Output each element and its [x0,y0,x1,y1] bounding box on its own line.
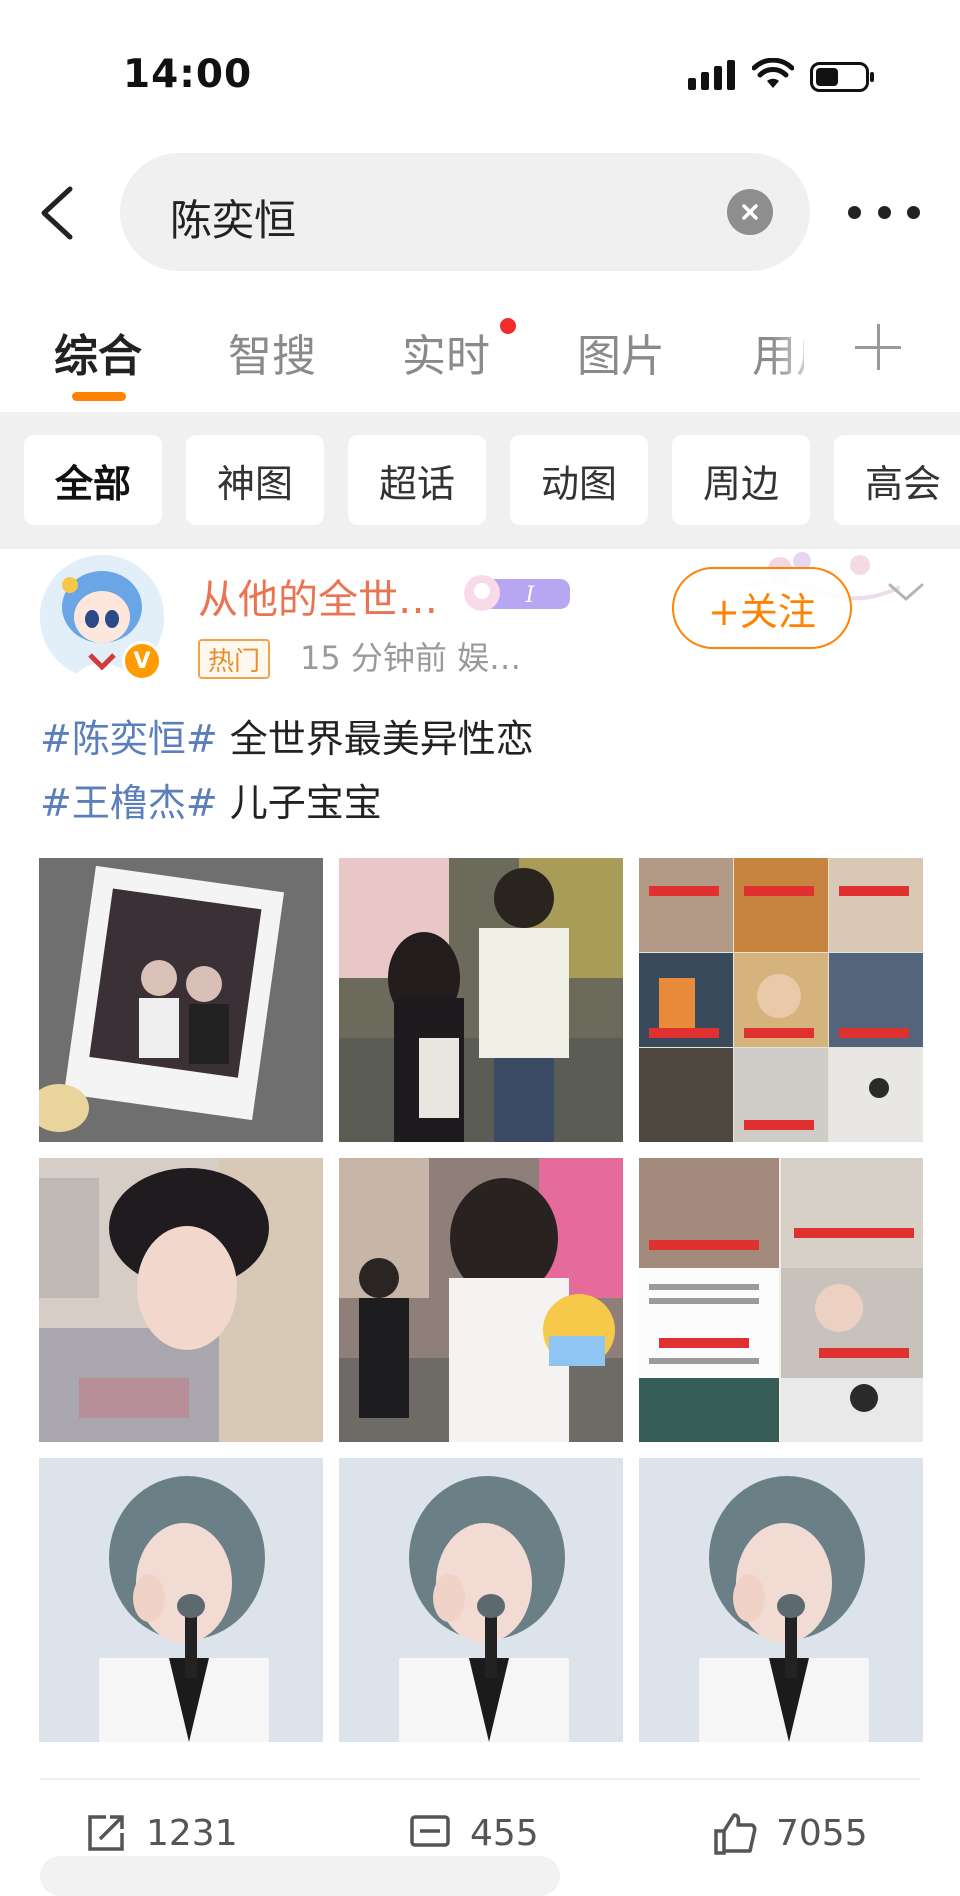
comment-icon [410,1815,450,1847]
hashtag-link[interactable]: #陈奕恒# [40,717,218,761]
image-thumbnail[interactable] [639,858,923,1142]
member-level-badge-icon: I [464,575,570,611]
portrait-photo-image [39,1158,323,1442]
image-thumbnail[interactable] [39,858,323,1142]
follow-button[interactable]: +关注 [672,567,852,649]
image-thumbnail[interactable] [339,1158,623,1442]
filter-chip-all[interactable]: 全部 [24,435,162,525]
post-text-content: 全世界最美异性恋 [217,717,534,761]
more-options-button[interactable] [848,197,920,227]
image-thumbnail[interactable] [39,1458,323,1742]
more-dot-icon [848,205,861,219]
battery-icon [810,62,874,92]
post-text-line-2: #王橹杰# 儿子宝宝 [40,771,534,835]
comment-count: 455 [470,1812,539,1854]
active-tab-indicator [72,392,126,401]
filter-bar: 全部 神图 超话 动图 周边 高会 [0,412,960,549]
like-button[interactable]: 7055 [712,1811,868,1855]
post-text: #陈奕恒# 全世界最美异性恋 #王橹杰# 儿子宝宝 [40,707,534,835]
search-input[interactable]: 陈奕恒 [120,153,810,271]
singer-portrait-image [339,1458,623,1742]
search-header: 陈奕恒 [0,145,960,280]
collage-image [639,858,923,1142]
status-time: 14:00 [123,52,253,97]
candid-photo-image [339,1158,623,1442]
repost-count: 1231 [146,1812,238,1854]
tab-images[interactable]: 图片 [577,320,665,384]
add-tab-button[interactable] [855,324,901,370]
filter-chip-high[interactable]: 高会 [834,435,960,525]
wifi-icon [752,58,794,88]
category-tabs: 综合 智搜 实时 图片 用户 [0,300,960,410]
post-card: V 从他的全世… I 热门 15 分钟前 娱… +关注 #陈奕恒# 全世界最美异… [0,549,960,1868]
image-thumbnail[interactable] [39,1158,323,1442]
more-dot-icon [877,205,891,219]
singer-portrait-image [39,1458,323,1742]
comment-button[interactable]: 455 [408,1811,539,1855]
post-text-content: 儿子宝宝 [217,781,382,825]
chevron-left-icon [41,186,73,240]
search-query: 陈奕恒 [170,196,297,245]
filter-chip-merch[interactable]: 周边 [672,435,810,525]
like-count: 7055 [776,1812,868,1854]
thumbs-up-icon [714,1813,757,1855]
filter-chip-god-images[interactable]: 神图 [186,435,324,525]
status-bar: 14:00 [0,0,960,145]
hot-badge: 热门 [198,639,271,679]
divider [40,1778,920,1780]
more-dot-icon [907,205,920,219]
tab-fade [770,300,830,410]
close-icon [742,204,758,220]
tab-smart-search[interactable]: 智搜 [228,320,316,384]
image-thumbnail[interactable] [339,858,623,1142]
image-thumbnail[interactable] [639,1458,923,1742]
image-thumbnail[interactable] [339,1458,623,1742]
cellular-signal-icon [688,60,735,90]
clear-search-button[interactable] [727,189,773,235]
singer-portrait-image [639,1458,923,1742]
polaroid-photo-image [39,858,323,1142]
bottom-comment-bar[interactable] [40,1856,560,1896]
filter-chip-super-topic[interactable]: 超话 [348,435,486,525]
tab-comprehensive[interactable]: 综合 [54,320,142,384]
repost-icon [88,1815,124,1851]
tab-realtime[interactable]: 实时 [402,320,490,384]
collage-image [639,1158,923,1442]
image-grid [39,858,925,1744]
post-text-line-1: #陈奕恒# 全世界最美异性恋 [40,707,534,771]
post-username[interactable]: 从他的全世… [198,567,438,625]
filter-chip-gif[interactable]: 动图 [510,435,648,525]
back-button[interactable] [28,181,84,245]
post-meta: 15 分钟前 娱… [300,639,522,677]
svg-text:I: I [525,583,536,608]
chevron-down-icon[interactable] [886,577,926,607]
notification-dot [500,318,516,334]
repost-button[interactable]: 1231 [84,1811,238,1855]
street-photo-image [339,858,623,1142]
hashtag-link[interactable]: #王橹杰# [40,781,218,825]
image-thumbnail[interactable] [639,1158,923,1442]
verified-badge-icon: V [122,641,162,681]
